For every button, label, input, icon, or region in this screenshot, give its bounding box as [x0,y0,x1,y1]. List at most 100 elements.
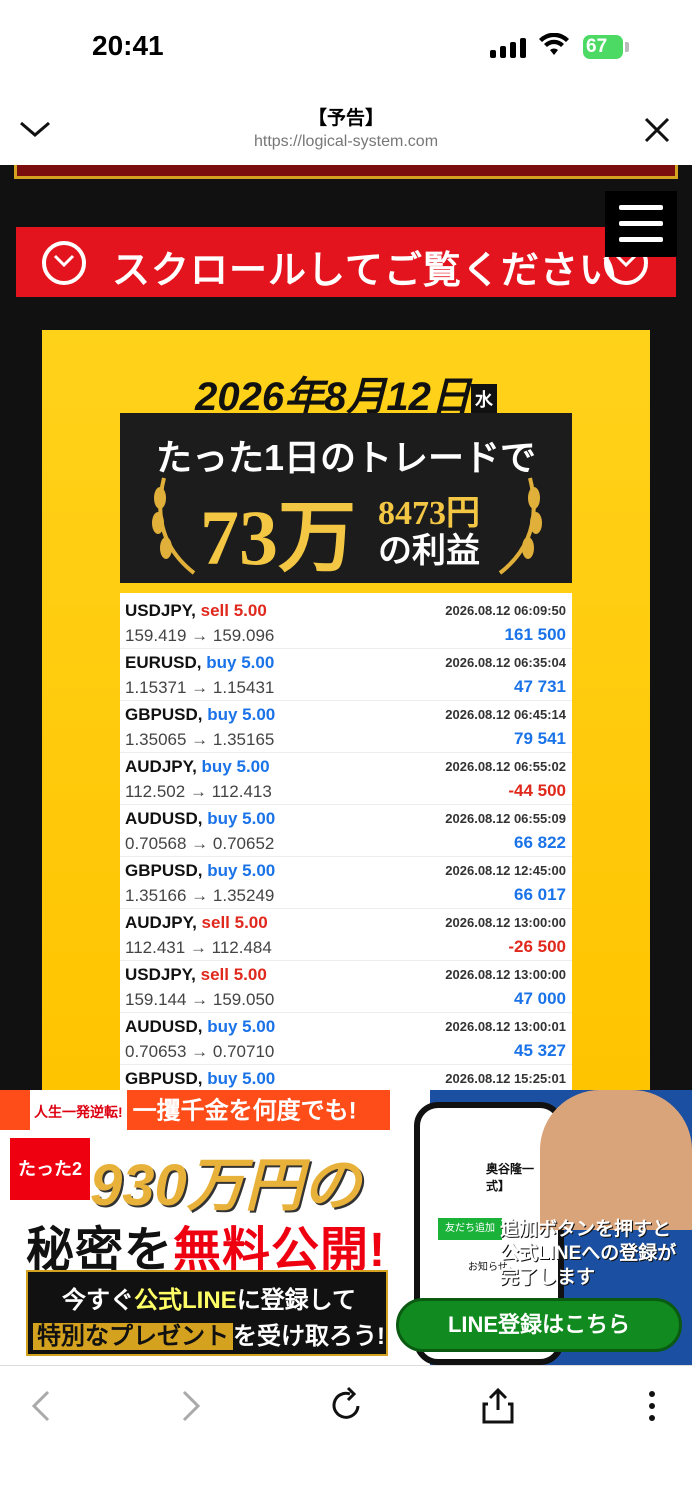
reload-icon[interactable] [326,1386,366,1426]
share-icon[interactable] [478,1386,518,1426]
trade-pair: USDJPY, sell 5.00 [125,601,267,621]
laurel-right-icon [498,477,542,575]
trade-side: buy 5.00 [201,757,270,776]
battery-tip [625,42,629,52]
page-title: 【予告】 [307,108,384,129]
ad-tatta-badge: たった2分で [10,1138,90,1241]
trade-prices: 112.431 → 112.484 [125,938,272,957]
cta-a2: 公式LINE [134,1287,237,1314]
scroll-banner-text: スクロールしてご覧ください [112,250,618,292]
result-card: 2026年8月12日水 たった1日のトレードで 73万 8473円 の利益 US… [42,330,650,1090]
hero-profit-label: の利益 [378,532,480,570]
trade-profit: 79 541 [514,729,566,748]
trade-side: sell 5.00 [201,913,268,932]
trade-side: buy 5.00 [207,1069,276,1088]
pair-symbol: GBPUSD, [125,861,203,880]
cta-a3: に登録して [236,1287,356,1314]
profit-hero: たった1日のトレードで 73万 8473円 の利益 [120,413,572,583]
cta-b2: を受け取ろう! [233,1323,385,1350]
trade-row: GBPUSD, buy 5.00 2026.08.12 12:45:00 1.351… [120,857,572,909]
top-frame [14,165,678,179]
trade-row: EURUSD, buy 5.00 2026.08.12 06:35:04 1.153… [120,649,572,701]
trade-pair: AUDUSD, buy 5.00 [125,809,275,829]
trade-pair: USDJPY, sell 5.00 [125,965,267,985]
trade-prices: 0.70653 → 0.70710 [125,1042,275,1061]
more-icon[interactable] [632,1386,672,1426]
trade-profit: 47 731 [514,677,566,696]
back-icon[interactable] [22,1386,62,1426]
trade-row: GBPUSD, buy 5.00 2026.08.12 06:45:14 1.350… [120,701,572,753]
trade-profit: 66 822 [514,833,566,852]
trade-prices: 1.35065 → 1.35165 [125,730,275,749]
ad-banner[interactable]: 人生一発逆転! 一攫千金を何度でも! たった2分で 930万円の 秘密を無料公開!… [0,1090,692,1365]
ad-tag: 人生一発逆転! [30,1090,127,1134]
trade-side: sell 5.00 [200,965,267,984]
trade-prices: 112.502 → 112.413 [125,782,272,801]
trade-prices: 0.70568 → 0.70652 [125,834,275,853]
phone-add-friend-button: 友だち追加 [438,1218,502,1240]
web-content: スクロールしてご覧ください 2026年8月12日水 たった1日のトレードで 73… [0,165,692,1090]
trade-profit: 47 000 [514,989,566,1008]
trade-pair: GBPUSD, buy 5.00 [125,861,275,881]
trade-side: buy 5.00 [207,1017,276,1036]
forward-icon[interactable] [170,1386,210,1426]
cellular-signal-icon [490,36,526,58]
pair-symbol: GBPUSD, [125,705,203,724]
battery-icon: 67 [583,35,623,59]
trade-row: AUDJPY, sell 5.00 2026.08.12 13:00:00 112.… [120,909,572,961]
pair-symbol: USDJPY, [125,601,196,620]
laurel-left-icon [152,477,196,575]
hero-amount-main: 73万 [200,494,357,581]
trade-row: GBPUSD, buy 5.00 2026.08.12 15:25:01 [120,1065,572,1090]
trade-side: buy 5.00 [207,705,276,724]
trade-time: 2026.08.12 13:00:00 [445,915,566,930]
pair-symbol: AUDUSD, [125,809,203,828]
trade-pair: GBPUSD, buy 5.00 [125,1069,275,1089]
scroll-banner: スクロールしてご覧ください [16,227,676,297]
cta-a1: 今すぐ [62,1287,135,1314]
trade-time: 2026.08.12 13:00:01 [445,1019,566,1034]
day-of-week-badge: 水 [470,384,497,415]
trade-time: 2026.08.12 06:45:14 [445,707,566,722]
hamburger-menu-icon[interactable] [605,191,677,257]
cta-b1: 特別なプレゼント [33,1323,233,1350]
trade-side: sell 5.00 [200,601,267,620]
trade-pair: AUDJPY, sell 5.00 [125,913,268,933]
page-url[interactable]: https://logical-system.com [0,133,692,151]
pair-symbol: AUDJPY, [125,757,197,776]
trade-prices: 159.144 → 159.050 [125,990,275,1009]
trade-profit: -26 500 [508,937,566,956]
trade-side: buy 5.00 [207,861,276,880]
trade-time: 2026.08.12 06:55:02 [445,759,566,774]
trade-profit: 66 017 [514,885,566,904]
trade-row: USDJPY, sell 5.00 2026.08.12 13:00:00 159.… [120,961,572,1013]
trade-pair: AUDUSD, buy 5.00 [125,1017,275,1037]
trade-time: 2026.08.12 06:09:50 [445,603,566,618]
trade-pair: GBPUSD, buy 5.00 [125,705,275,725]
browser-header: 【予告】 https://logical-system.com [0,95,692,165]
pair-symbol: AUDUSD, [125,1017,203,1036]
trade-row: AUDJPY, buy 5.00 2026.08.12 06:55:02 112.5… [120,753,572,805]
trade-profit: 45 327 [514,1041,566,1060]
browser-toolbar [0,1365,692,1500]
presenter-photo [540,1090,692,1230]
trade-time: 2026.08.12 06:55:09 [445,811,566,826]
line-register-button[interactable]: LINE登録はこちら [396,1298,682,1352]
ad-headline: 人生一発逆転! 一攫千金を何度でも! [0,1090,390,1134]
pair-symbol: USDJPY, [125,965,196,984]
trade-row: AUDUSD, buy 5.00 2026.08.12 06:55:09 0.705… [120,805,572,857]
trade-pair: AUDJPY, buy 5.00 [125,757,270,777]
trade-side: buy 5.00 [207,809,276,828]
close-icon[interactable] [642,115,672,145]
ad-info-text: 追加ボタンを押すと公式LINEへの登録が完了します [500,1219,677,1288]
trade-pair: EURUSD, buy 5.00 [125,653,274,673]
trade-row: USDJPY, sell 5.00 2026.08.12 06:09:50 159.… [120,597,572,649]
ad-cta-line2: 特別なプレゼント を受け取ろう! [28,1316,390,1351]
trade-profit: -44 500 [508,781,566,800]
ad-cta-line1: 今すぐ公式LINEに登録して [28,1280,390,1315]
pair-symbol: GBPUSD, [125,1069,203,1088]
pair-symbol: EURUSD, [125,653,202,672]
trade-profit: 161 500 [504,625,566,644]
trade-row: AUDUSD, buy 5.00 2026.08.12 13:00:01 0.706… [120,1013,572,1065]
trade-prices: 1.15371 → 1.15431 [125,678,275,697]
